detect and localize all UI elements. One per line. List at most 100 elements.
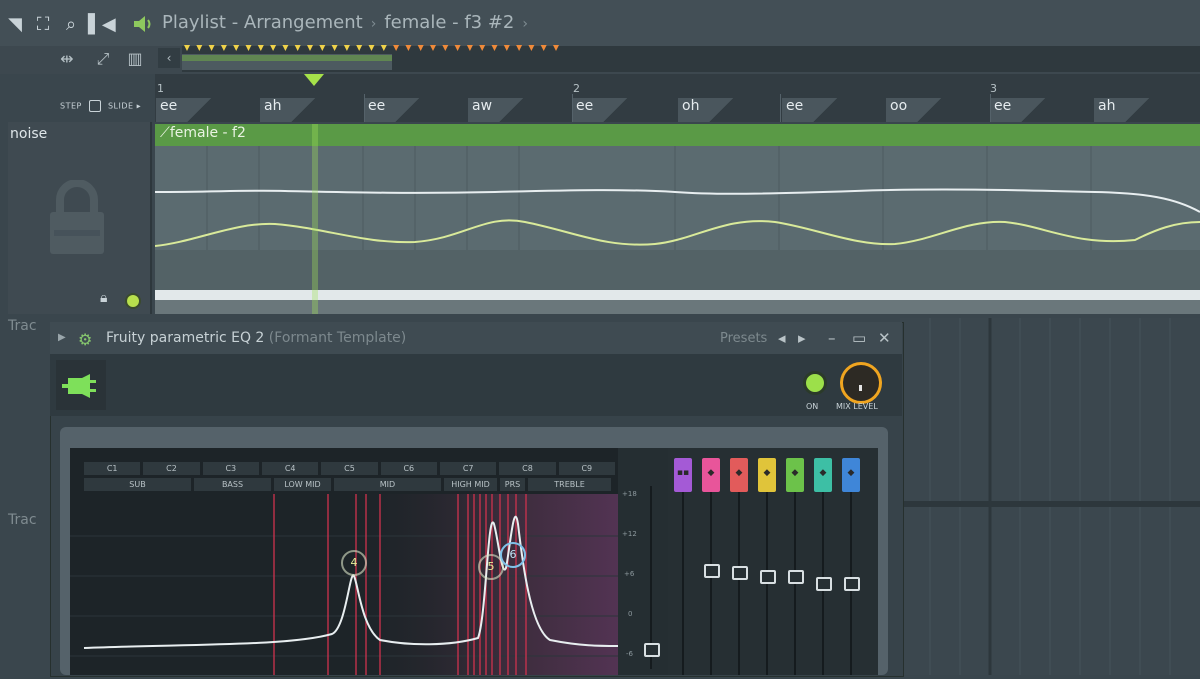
preset-next-icon[interactable]: ▸ [798,329,806,347]
band-shape-icon: ◆ [735,468,743,478]
vowel-note: ee [994,98,1012,114]
pattern-marker [331,45,338,51]
band-gain-thumb[interactable] [844,576,860,591]
pattern-marker [245,45,252,51]
db-label: 0 [628,610,633,618]
range-cell: LOW MID [274,478,331,491]
band-gain-track[interactable] [710,492,712,675]
note-cell: C2 [143,462,200,475]
pattern-marker [257,45,264,51]
on-switch[interactable] [803,371,827,395]
scroll-left-button[interactable]: ‹ [158,48,180,68]
pattern-marker [294,45,301,51]
band-gain-thumb[interactable] [788,570,804,584]
minimize-icon[interactable]: – [828,329,836,347]
window-menu-arrow-icon[interactable]: ▶ [58,332,66,343]
curve-tool-icon[interactable]: ⤢ [90,47,116,71]
db-label: -6 [626,650,633,658]
track-lock-icon[interactable]: 🔒︎ [100,290,107,306]
db-label: +12 [622,530,637,538]
db-label: +6 [624,570,635,578]
note-cell: C4 [262,462,319,475]
pattern-marker [233,45,240,51]
eq-band-node-6[interactable]: 6 [500,542,526,568]
band-shape-icon: ◆ [707,468,715,478]
pattern-marker [220,45,227,51]
plugin-icon[interactable] [56,360,106,410]
eq-top-panel [50,354,902,416]
speaker-icon[interactable] [132,14,154,34]
master-gain-thumb[interactable] [644,643,660,657]
presets-button[interactable]: Presets [720,331,767,346]
step-slide-toggle[interactable]: STEP SLIDE ▸ [60,100,141,112]
clip-title[interactable]: ⟋female - f2 [160,125,246,141]
gear-icon[interactable]: ⚙ [78,330,92,349]
band-button-2[interactable]: ◆ [702,458,720,492]
zoom-icon[interactable]: ⌕ [60,14,82,36]
playhead-marker[interactable] [304,74,324,86]
knob-indicator [859,385,862,391]
mix-level-knob[interactable] [840,362,882,404]
playlist-grid[interactable] [900,318,1200,675]
vowel-note: ah [1098,98,1116,114]
on-label: ON [806,402,819,411]
track-name[interactable]: noise [10,126,47,142]
db-label: +18 [622,490,637,498]
pattern-marker [540,45,547,51]
pattern-marker [208,45,215,51]
band-gain-thumb[interactable] [732,566,748,581]
bar-number: 2 [573,82,580,95]
pattern-marker [442,45,449,51]
vowel-note: ee [576,98,594,114]
eq-band-node-4[interactable]: 4 [341,550,367,576]
band-gain-track[interactable] [682,492,684,675]
bar-number: 3 [990,82,997,95]
band-gain-thumb[interactable] [816,576,832,591]
pattern-marker [553,45,559,51]
eq-notes-row: C1 C2 C3 C4 C5 C6 C7 C8 C9 [84,462,618,476]
ruler-tick [780,94,781,122]
eq-ranges-row: SUB BASS LOW MID MID HIGH MID PRS TREBLE [84,478,618,492]
band-button-6[interactable]: ◆ [814,458,832,492]
playhead-line [312,124,318,314]
breadcrumb-pattern[interactable]: female - f3 #2 [384,12,514,33]
close-icon[interactable]: ✕ [878,329,891,347]
band-button-4[interactable]: ◆ [758,458,776,492]
piano-icon[interactable]: ▥ [122,47,148,71]
band-button-3[interactable]: ◆ [730,458,748,492]
master-gain-track[interactable] [650,486,652,669]
eq-title: Fruity parametric EQ 2 (Formant Template… [106,330,407,346]
band-button-1[interactable]: ▪▪ [674,458,692,492]
band-gain-thumb[interactable] [704,563,720,578]
breadcrumb-playlist[interactable]: Playlist - Arrangement [162,12,363,33]
range-cell: SUB [84,478,191,491]
pattern-marker [270,45,277,51]
range-cell: PRS [500,478,525,491]
pattern-marker [528,45,535,51]
volume-icon[interactable]: ▌◀ [88,14,116,36]
band-button-5[interactable]: ◆ [786,458,804,492]
menu-icon[interactable]: ◥ [4,14,26,36]
pattern-marker [393,45,400,51]
track-mute-led[interactable] [127,295,139,307]
automation-icon: ⟋ [160,125,170,141]
note-cell: C7 [440,462,497,475]
preset-prev-icon[interactable]: ◂ [778,329,786,347]
band-shape-icon: ▪▪ [676,468,690,478]
range-cell: HIGH MID [444,478,497,491]
overview-clip-marker [182,55,392,61]
fullscreen-icon[interactable]: ⛶ [32,14,54,36]
pattern-marker [196,45,203,51]
step-checkbox[interactable] [88,100,101,112]
range-cell: TREBLE [528,478,611,491]
slide-label: SLIDE [107,101,134,111]
band-gain-thumb[interactable] [760,570,776,584]
band-button-7[interactable]: ◆ [842,458,860,492]
ruler-tick [364,94,365,122]
maximize-icon[interactable]: ▭ [852,329,866,347]
note-cell: C6 [380,462,437,475]
band-gain-track[interactable] [738,492,740,675]
snap-icon[interactable]: ⇹ [54,47,80,71]
band-shape-icon: ◆ [819,468,827,478]
pattern-marker [184,45,190,51]
